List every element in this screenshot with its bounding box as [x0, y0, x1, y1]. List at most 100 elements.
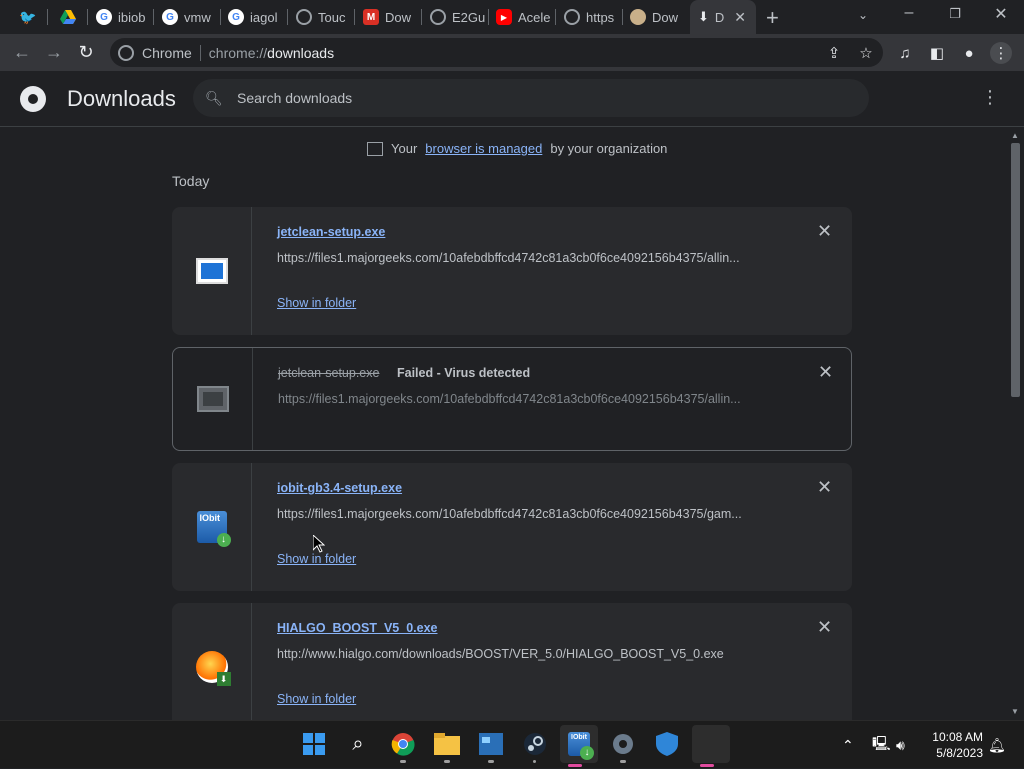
show-in-folder-link[interactable]: Show in folder — [277, 692, 356, 706]
search-icon[interactable]: ⌕ — [343, 729, 373, 759]
back-button[interactable]: ← — [10, 40, 34, 64]
download-url[interactable]: https://files1.majorgeeks.com/10afebdbff… — [277, 507, 777, 521]
scroll-up-icon[interactable]: ▲ — [1011, 131, 1019, 140]
tab-close-icon[interactable]: ✕ — [734, 9, 746, 26]
tab-6[interactable]: E2Gu — [422, 2, 488, 32]
tab-downloads-active[interactable]: ⬇ D ✕ — [690, 0, 756, 34]
iobit-icon[interactable]: IObit — [560, 725, 598, 767]
control-panel-icon[interactable] — [476, 729, 506, 763]
windows-security-icon[interactable] — [652, 729, 682, 759]
managed-prefix: Your — [391, 141, 418, 156]
tab-strip: 🐦 G ibiob G vmw G iagol Touc M Dow E2Gu … — [0, 0, 1024, 34]
tab-twitter[interactable]: 🐦 — [12, 2, 46, 32]
tab-8[interactable]: https — [556, 2, 622, 32]
file-explorer-icon[interactable] — [432, 729, 462, 763]
download-filename-link[interactable]: jetclean-setup.exe — [277, 225, 385, 239]
iobit-installer-icon: IObit — [196, 511, 231, 547]
media-controls-icon[interactable]: ♫ — [894, 42, 916, 64]
date-section-label: Today — [172, 173, 210, 189]
chrome-icon[interactable] — [388, 729, 418, 763]
remove-download-icon[interactable]: ✕ — [817, 477, 832, 498]
download-url[interactable]: https://files1.majorgeeks.com/10afebdbff… — [277, 251, 777, 265]
tab-9[interactable]: Dow — [622, 2, 688, 32]
download-filename: jetclean-setup.exe — [278, 366, 380, 380]
tab-7[interactable]: ▶ Acele — [488, 2, 554, 32]
tab-label: Dow — [652, 9, 679, 25]
download-url[interactable]: http://www.hialgo.com/downloads/BOOST/VE… — [277, 647, 777, 661]
windows-start-icon[interactable] — [299, 729, 329, 759]
download-item: IObit iobit-gb3.4-setup.exe https://file… — [172, 463, 852, 591]
show-in-folder-link[interactable]: Show in folder — [277, 552, 356, 566]
blank-app-icon[interactable] — [692, 725, 730, 767]
download-filename-link[interactable]: iobit-gb3.4-setup.exe — [277, 481, 402, 495]
close-window-button[interactable]: ✕ — [986, 4, 1016, 24]
search-input[interactable] — [237, 90, 837, 106]
omnibox-chrome-label: Chrome — [142, 44, 192, 61]
tab-label: Touc — [318, 9, 346, 25]
settings-icon[interactable] — [608, 729, 638, 763]
tab-search-icon[interactable]: ⌄ — [848, 8, 878, 22]
profile-icon[interactable]: ● — [958, 42, 980, 64]
show-hidden-icons-icon[interactable]: ⌃ — [842, 721, 854, 769]
tab-label: Dow — [385, 9, 412, 25]
remove-download-icon[interactable]: ✕ — [817, 221, 832, 242]
url-host: downloads — [267, 44, 335, 61]
chrome-menu-icon[interactable]: ⋮ — [990, 42, 1012, 64]
download-url[interactable]: https://files1.majorgeeks.com/10afebdbff… — [278, 392, 778, 406]
show-in-folder-link[interactable]: Show in folder — [277, 296, 356, 310]
sloth-icon — [630, 9, 646, 25]
clock-date: 5/8/2023 — [936, 746, 983, 760]
managed-link[interactable]: browser is managed — [425, 141, 542, 156]
google-drive-icon — [60, 9, 76, 25]
download-item: HIALGO_BOOST_V5_0.exe http://www.hialgo.… — [172, 603, 852, 720]
mouse-cursor-icon — [313, 535, 325, 553]
notification-bell-icon[interactable]: 🔔︎ — [988, 721, 1006, 769]
page-scrollbar[interactable]: ▲ ▼ — [1007, 127, 1024, 720]
tab-label: iagol — [250, 9, 278, 25]
new-tab-button[interactable]: + — [766, 5, 779, 31]
globe-icon — [564, 9, 580, 25]
google-icon: G — [162, 9, 178, 25]
remove-download-icon[interactable]: ✕ — [818, 362, 833, 383]
address-bar[interactable]: Chrome chrome://downloads — [110, 38, 883, 67]
browser-toolbar: ← → ↻ Chrome chrome://downloads ⇪ ☆ ♫ ◧ … — [0, 34, 1024, 71]
share-icon[interactable]: ⇪ — [823, 42, 845, 64]
scroll-down-icon[interactable]: ▼ — [1011, 707, 1019, 716]
tab-1[interactable]: G ibiob — [88, 2, 152, 32]
tab-3[interactable]: G iagol — [220, 2, 286, 32]
tab-5[interactable]: M Dow — [355, 2, 421, 32]
restore-button[interactable]: ❐ — [940, 6, 970, 22]
tab-google-drive[interactable] — [52, 2, 86, 32]
more-actions-icon[interactable]: ⋮ — [980, 87, 1000, 108]
globe-icon — [296, 9, 312, 25]
network-icon[interactable]: 🖳 — [872, 721, 891, 769]
tab-label: E2Gu — [452, 9, 486, 25]
forward-button[interactable]: → — [42, 40, 66, 64]
bookmark-star-icon[interactable]: ☆ — [855, 42, 877, 64]
downloads-list: Your browser is managed by your organiza… — [0, 127, 1007, 720]
tab-4[interactable]: Touc — [288, 2, 354, 32]
download-item-failed: jetclean-setup.exe Failed - Virus detect… — [172, 347, 852, 451]
steam-icon[interactable] — [520, 729, 550, 763]
download-filename-link[interactable]: HIALGO_BOOST_V5_0.exe — [277, 621, 437, 635]
volume-icon[interactable]: 🔊︎ — [896, 721, 905, 769]
search-downloads[interactable]: 🔍︎ — [193, 79, 869, 117]
search-icon: 🔍︎ — [205, 89, 223, 106]
exe-file-icon — [196, 386, 229, 412]
tab-label: Acele — [518, 9, 551, 25]
malwarebytes-icon: M — [363, 9, 379, 25]
google-icon: G — [228, 9, 244, 25]
exe-file-icon — [195, 258, 228, 284]
managed-notice: Your browser is managed by your organiza… — [367, 141, 667, 156]
tab-2[interactable]: G vmw — [154, 2, 220, 32]
tab-label: https — [586, 9, 615, 25]
system-clock[interactable]: 10:08 AM 5/8/2023 — [927, 729, 983, 761]
side-panel-icon[interactable]: ◧ — [926, 42, 948, 64]
remove-download-icon[interactable]: ✕ — [817, 617, 832, 638]
minimize-button[interactable]: – — [894, 4, 924, 22]
chrome-logo-icon — [20, 86, 46, 112]
building-icon — [367, 141, 383, 156]
scroll-thumb[interactable] — [1011, 143, 1020, 397]
reload-button[interactable]: ↻ — [74, 40, 98, 64]
download-item: jetclean-setup.exe https://files1.majorg… — [172, 207, 852, 335]
